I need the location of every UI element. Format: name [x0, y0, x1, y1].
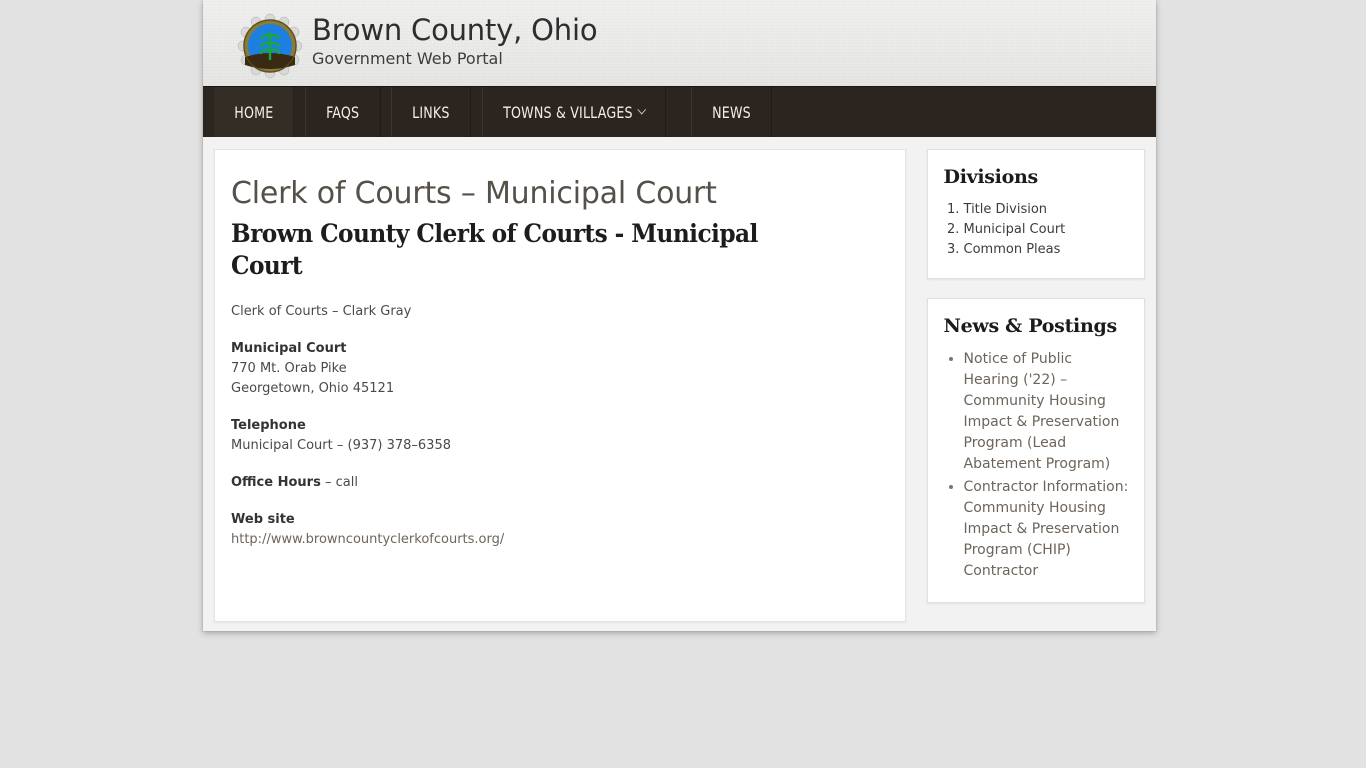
- nav-item-label: LINKS: [412, 102, 450, 122]
- news-list: Notice of Public Hearing ('22) – Communi…: [944, 349, 1130, 582]
- news-widget-title: News & Postings: [943, 315, 1118, 337]
- office-hours-label: Office Hours: [231, 475, 321, 490]
- telephone-value: Municipal Court – (937) 378–6358: [231, 438, 451, 453]
- page-wrapper: Brown County, Ohio Government Web Portal…: [203, 0, 1156, 631]
- nav-list: HOME FAQS LINKS TOWNS & VILLAGES NEWS: [203, 87, 783, 137]
- website-label: Web site: [231, 512, 295, 527]
- nav-item-news[interactable]: NEWS: [691, 87, 773, 137]
- divisions-widget-title: Divisions: [943, 166, 1039, 188]
- nav-item-label: NEWS: [712, 102, 751, 122]
- address-line-2: Georgetown, Ohio 45121: [231, 381, 395, 396]
- content-area: Clerk of Courts – Municipal Court Brown …: [203, 137, 1156, 622]
- main-content-card: Clerk of Courts – Municipal Court Brown …: [214, 149, 906, 622]
- news-link[interactable]: Contractor Information: Community Housin…: [964, 479, 1129, 579]
- office-hours-block: Office Hours – call: [231, 473, 875, 493]
- site-tagline: Government Web Portal: [312, 49, 503, 68]
- news-link[interactable]: Notice of Public Hearing ('22) – Communi…: [964, 351, 1120, 472]
- news-postings-widget: News & Postings Notice of Public Hearing…: [926, 298, 1145, 603]
- list-item[interactable]: Title Division: [964, 200, 1130, 220]
- website-link[interactable]: http://www.browncountyclerkofcourts.org/: [231, 532, 504, 547]
- telephone-block: Telephone Municipal Court – (937) 378–63…: [231, 416, 875, 456]
- nav-item-towns-and-villages[interactable]: TOWNS & VILLAGES: [481, 87, 666, 137]
- page-title: Clerk of Courts – Municipal Court: [231, 176, 717, 211]
- sidebar: Divisions Title Division Municipal Court…: [926, 149, 1145, 622]
- office-hours-value: – call: [320, 475, 358, 490]
- telephone-label: Telephone: [231, 418, 306, 433]
- main-navigation: HOME FAQS LINKS TOWNS & VILLAGES NEWS: [203, 86, 1156, 137]
- nav-item-home[interactable]: HOME: [214, 87, 295, 137]
- office-label: Municipal Court: [231, 341, 347, 356]
- address-line-1: 770 Mt. Orab Pike: [231, 361, 347, 376]
- site-header: Brown County, Ohio Government Web Portal: [203, 0, 1156, 86]
- nav-item-links[interactable]: LINKS: [391, 87, 471, 137]
- entry-heading: Brown County Clerk of Courts - Municipal…: [231, 219, 758, 280]
- list-item[interactable]: Notice of Public Hearing ('22) – Communi…: [964, 349, 1130, 475]
- website-block: Web site http://www.browncountyclerkofco…: [231, 510, 875, 550]
- division-label: Common Pleas: [963, 242, 1061, 257]
- division-label: Municipal Court: [963, 222, 1066, 237]
- nav-item-faqs[interactable]: FAQS: [305, 87, 381, 137]
- site-title: Brown County, Ohio: [312, 13, 598, 47]
- brown-county-seal-icon: [237, 13, 303, 79]
- header-text-block: Brown County, Ohio Government Web Portal: [312, 13, 598, 69]
- clerk-name-line: Clerk of Courts – Clark Gray: [231, 304, 412, 319]
- nav-item-label: TOWNS & VILLAGES: [502, 102, 633, 122]
- chevron-down-icon: [637, 104, 647, 115]
- list-item[interactable]: Common Pleas: [964, 240, 1130, 260]
- divisions-list: Title Division Municipal Court Common Pl…: [944, 200, 1130, 260]
- nav-item-label: FAQS: [326, 102, 360, 122]
- nav-item-label: HOME: [234, 102, 274, 122]
- divisions-widget: Divisions Title Division Municipal Court…: [926, 149, 1145, 279]
- division-label: Title Division: [963, 202, 1048, 217]
- list-item[interactable]: Municipal Court: [964, 220, 1130, 240]
- list-item[interactable]: Contractor Information: Community Housin…: [964, 477, 1130, 582]
- address-block: Municipal Court 770 Mt. Orab Pike George…: [231, 339, 875, 399]
